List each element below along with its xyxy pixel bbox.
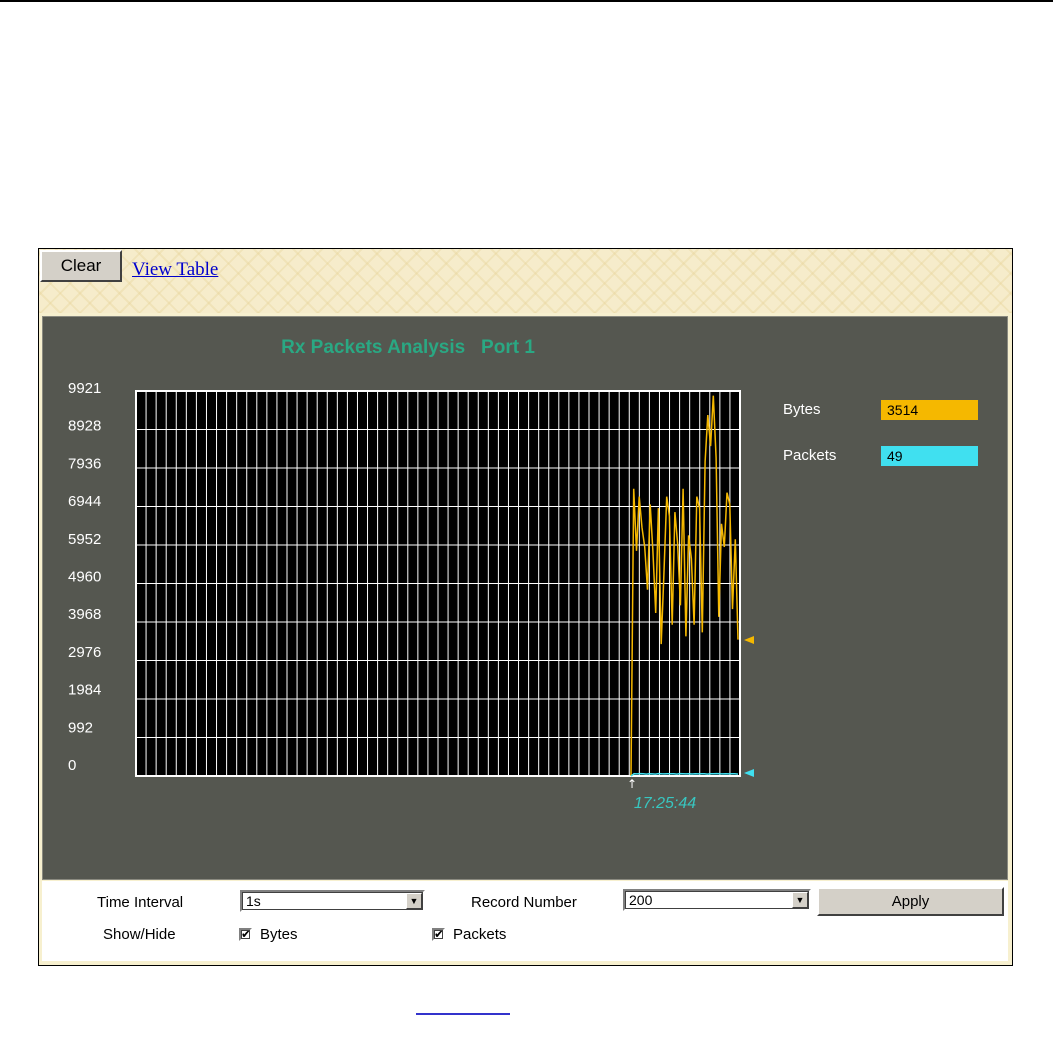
graph-panel: Rx Packets Analysis Port 1 9921 8928 7936 6… (42, 316, 1008, 880)
toolbar: Clear View Table (39, 249, 1012, 313)
time-interval-value: 1s (246, 893, 261, 909)
packets-checkbox[interactable]: ✔ (432, 928, 445, 941)
view-table-link[interactable]: View Table (132, 259, 218, 281)
legend-packets-value: 49 (881, 446, 978, 466)
chevron-down-icon[interactable]: ▼ (406, 893, 422, 909)
packet-analysis-window: Clear View Table Rx Packets Analysis Por… (38, 248, 1013, 966)
time-start-label: 17:25:44 (634, 795, 696, 812)
time-interval-select[interactable]: 1s ▼ (240, 890, 425, 912)
y-tick-label: 5952 (68, 531, 101, 548)
y-tick-label: 7936 (68, 455, 101, 472)
y-tick-label: 2976 (68, 644, 101, 661)
record-number-label: Record Number (471, 894, 577, 911)
y-tick-label: 8928 (68, 418, 101, 435)
packets-current-marker (744, 769, 754, 777)
show-hide-label: Show/Hide (103, 926, 176, 943)
top-divider (0, 0, 1053, 2)
legend-packets-label: Packets (783, 447, 837, 464)
y-tick-label: 992 (68, 719, 93, 736)
y-tick-label: 0 (68, 757, 76, 774)
chevron-down-icon[interactable]: ▼ (792, 892, 808, 908)
legend-bytes-value: 3514 (881, 400, 978, 420)
y-tick-label: 3968 (68, 606, 101, 623)
y-axis-ticks: 9921 8928 7936 6944 5952 4960 3968 2976 1984 992 0 (68, 380, 101, 774)
plot-grid (136, 391, 740, 776)
chart-title: Rx Packets Analysis Port 1 (281, 337, 535, 358)
y-tick-label: 9921 (68, 380, 101, 397)
apply-button[interactable]: Apply (817, 887, 1004, 916)
y-tick-label: 1984 (68, 682, 101, 699)
legend-bytes-label: Bytes (783, 401, 821, 418)
bytes-checkbox[interactable]: ✔ (239, 928, 252, 941)
time-interval-label: Time Interval (97, 894, 184, 911)
record-number-value: 200 (629, 892, 653, 908)
controls-panel: Time Interval 1s ▼ Record Number 200 ▼ A… (42, 881, 1008, 961)
bytes-current-marker (744, 636, 754, 644)
y-tick-label: 4960 (68, 569, 101, 586)
clear-button[interactable]: Clear (40, 250, 122, 282)
packets-checkbox-label: Packets (453, 926, 507, 943)
packet-chart: Rx Packets Analysis Port 1 9921 8928 7936 6… (68, 337, 754, 812)
bottom-link-underline[interactable] (416, 1013, 510, 1015)
time-start-arrow: ↑ (627, 777, 637, 791)
bytes-checkbox-label: Bytes (260, 926, 298, 943)
y-tick-label: 6944 (68, 493, 101, 510)
record-number-select[interactable]: 200 ▼ (623, 889, 811, 911)
